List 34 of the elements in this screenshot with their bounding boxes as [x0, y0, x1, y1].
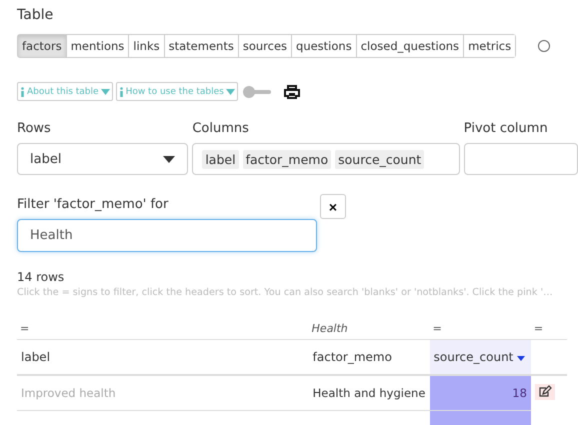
row-count: 14 rows [17, 270, 66, 284]
pivot-field[interactable] [464, 143, 578, 175]
filter-input[interactable]: Health [17, 219, 317, 252]
caret-icon [163, 156, 176, 162]
column-header[interactable]: source_count [430, 340, 531, 376]
section-title: Table [17, 6, 54, 24]
column-filter[interactable]: = [534, 322, 544, 335]
column-filter[interactable]: = [432, 322, 442, 335]
table-cell: 18 [430, 376, 531, 411]
edit-icon[interactable] [534, 384, 555, 400]
column-filter[interactable]: Health [312, 322, 348, 335]
info-icon [118, 86, 124, 96]
help-text: Click the = signs to filter, click the headers to sort. You can also search 'blanks' or 'notblanks'. Click the pink '… [17, 287, 554, 298]
table-cell: Improved health [17, 376, 309, 411]
field-label: Filter 'factor_memo' for [17, 197, 170, 213]
field-label: Columns [192, 121, 250, 137]
field-label: Pivot column [464, 121, 549, 137]
sort-icon [517, 356, 526, 361]
caret-icon [100, 88, 110, 94]
column-chip[interactable]: label [202, 150, 239, 168]
caret-icon [226, 88, 235, 94]
table-tab[interactable]: metrics [463, 35, 516, 57]
column-filter[interactable]: = [20, 322, 30, 335]
column-chip[interactable]: source_count [335, 150, 424, 168]
column-chip[interactable]: factor_memo [242, 150, 332, 168]
info-icon [20, 86, 25, 96]
clear-button[interactable]: × [320, 194, 346, 219]
table-tab[interactable]: factors [18, 35, 66, 57]
radio-button[interactable] [538, 40, 550, 52]
field-label: Rows [17, 121, 52, 137]
column-header[interactable]: label [17, 340, 309, 376]
rows-dropdown[interactable]: label [17, 143, 188, 175]
print-icon[interactable] [284, 84, 300, 98]
columns-field[interactable]: label factor_memo source_count [192, 143, 460, 175]
